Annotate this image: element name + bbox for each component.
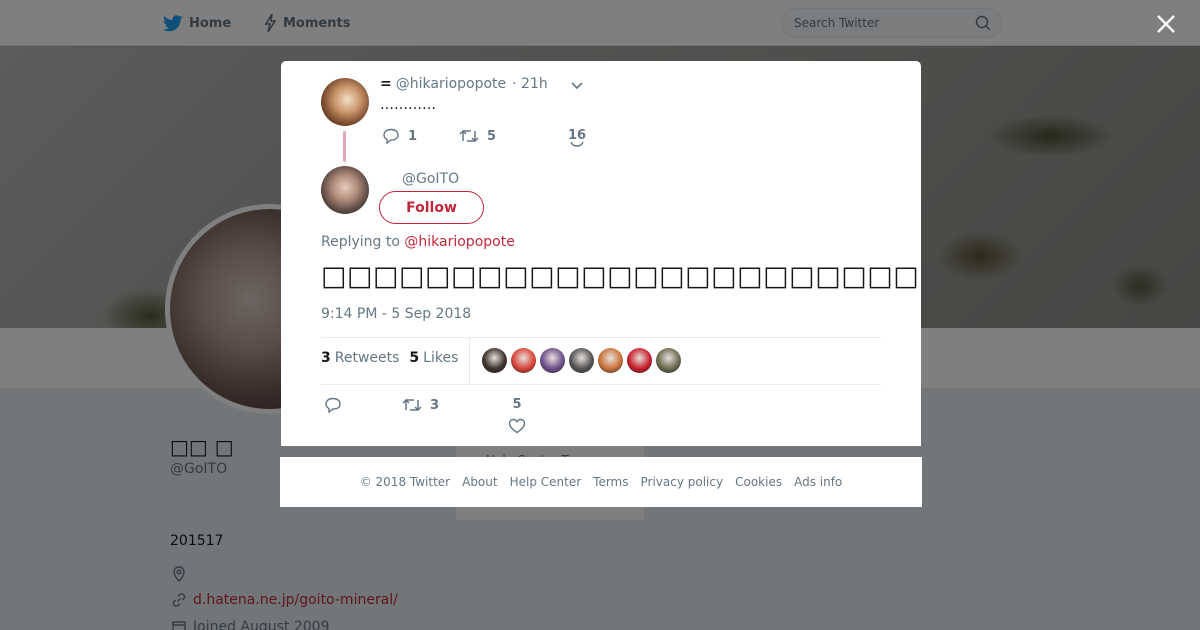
footer-ads-link[interactable]: Ads info [794, 475, 842, 489]
follow-button[interactable]: Follow [379, 191, 484, 224]
liker-avatar[interactable] [656, 348, 681, 373]
reply-icon [383, 128, 399, 144]
parent-tweet-avatar[interactable] [321, 78, 369, 126]
main-tweet-avatar[interactable] [321, 166, 369, 214]
parent-tweet-header: = @hikariopopote · 21h [380, 76, 548, 92]
stats-divider-top [321, 337, 881, 338]
parent-retweet-button[interactable]: 5 [459, 128, 496, 144]
liker-avatar[interactable] [540, 348, 565, 373]
liker-avatar[interactable] [511, 348, 536, 373]
liker-avatar[interactable] [482, 348, 507, 373]
tweet-stats: 3 Retweets 5 Likes [321, 350, 468, 366]
footer-about-link[interactable]: About [462, 475, 497, 489]
likes-stat-count: 5 [409, 350, 420, 366]
main-like-count: 5 [512, 397, 522, 412]
footer-copyright: © 2018 Twitter [359, 475, 451, 489]
liker-avatar[interactable] [627, 348, 652, 373]
chevron-down-icon[interactable] [570, 79, 584, 93]
footer-terms-link[interactable]: Terms [593, 475, 628, 489]
reply-icon [325, 397, 341, 413]
stats-divider-bottom [321, 384, 881, 385]
likes-stat-label: Likes [423, 350, 459, 366]
main-tweet-text: □□□□□□□□□□□□□□□□□□□□□□□□□□□□□□□□□□□□□□□□… [321, 261, 921, 292]
main-tweet-timestamp[interactable]: 9:14 PM - 5 Sep 2018 [321, 306, 471, 322]
replying-to: Replying to @hikariopopote [321, 234, 515, 250]
replying-mention-link[interactable]: @hikariopopote [404, 234, 514, 250]
parent-tweet-text: ………… [380, 97, 436, 113]
retweets-stat-label: Retweets [334, 350, 400, 366]
parent-tweet-time[interactable]: · 21h [512, 76, 548, 92]
footer-help-link[interactable]: Help Center [510, 475, 582, 489]
parent-reply-button[interactable]: 1 [382, 128, 417, 144]
retweet-icon [402, 398, 422, 412]
modal-footer: © 2018 Twitter About Help Center Terms P… [280, 457, 922, 507]
parent-reply-count: 1 [408, 128, 418, 144]
tweet-modal: = @hikariopopote · 21h ………… 1 5 16 @GoIT… [281, 61, 921, 446]
liker-avatar[interactable] [569, 348, 594, 373]
heart-icon [508, 418, 526, 434]
thread-connector [343, 131, 346, 162]
retweets-stat-count: 3 [321, 350, 331, 366]
main-retweet-button[interactable]: 3 [402, 397, 439, 413]
footer-cookies-link[interactable]: Cookies [735, 475, 782, 489]
main-reply-button[interactable] [324, 397, 342, 413]
replying-prefix: Replying to [321, 234, 400, 250]
main-retweet-count: 3 [430, 397, 440, 413]
likes-stat[interactable]: 5 Likes [409, 350, 458, 366]
parent-tweet-name[interactable]: = [380, 76, 392, 92]
main-like-button[interactable]: 5 [508, 397, 526, 434]
retweet-icon [459, 129, 479, 143]
likers-avatar-list [482, 348, 685, 373]
parent-tweet-handle[interactable]: @hikariopopote [396, 76, 506, 92]
main-tweet-handle[interactable]: @GoITO [402, 171, 459, 187]
liker-avatar[interactable] [598, 348, 623, 373]
parent-like-button[interactable]: 16 [568, 128, 586, 147]
heart-icon [570, 141, 584, 147]
stats-separator [469, 338, 470, 384]
retweets-stat[interactable]: 3 Retweets [321, 350, 399, 366]
close-icon[interactable] [1155, 13, 1177, 35]
footer-privacy-link[interactable]: Privacy policy [641, 475, 724, 489]
parent-retweet-count: 5 [487, 128, 497, 144]
